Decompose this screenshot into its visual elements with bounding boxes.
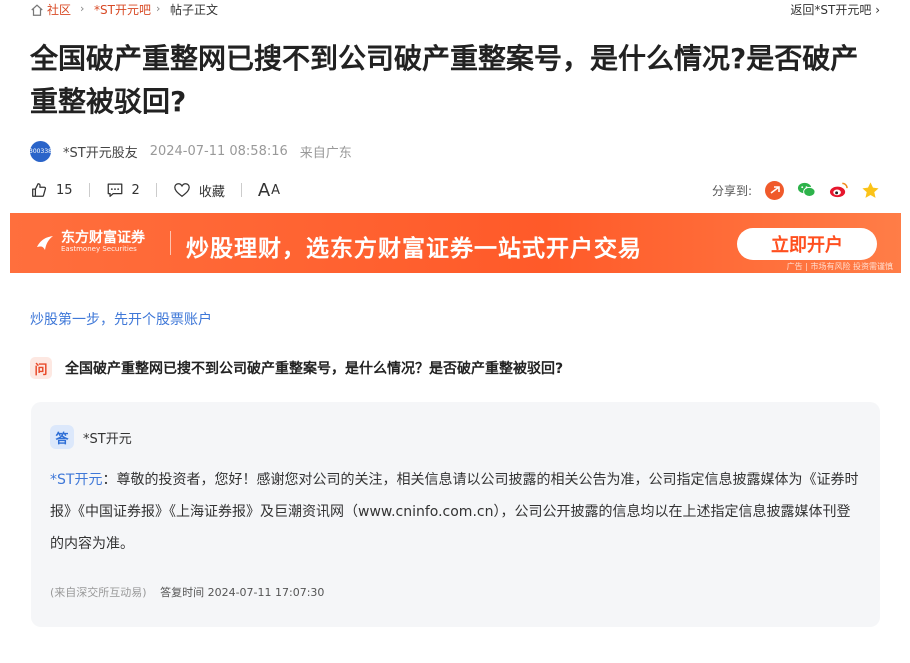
breadcrumb-home[interactable]: 社区	[30, 1, 71, 18]
author-row: 300338 *ST开元股友 2024-07-11 08:58:16 来自广东	[29, 140, 352, 162]
comment-count: 2	[131, 182, 140, 198]
comment-icon	[107, 183, 122, 197]
chevron-right-icon: ›	[80, 2, 85, 15]
qzone-icon[interactable]	[861, 181, 880, 200]
answer-card: 答 *ST开元 *ST开元：尊敬的投资者，您好！感谢您对公司的关注，相关信息请以…	[31, 402, 880, 627]
chevron-right-icon: ›	[156, 2, 161, 15]
question-badge-icon: 问	[30, 357, 52, 379]
like-button[interactable]: 15	[30, 181, 73, 199]
answer-meta: (来自深交所互动易) 答复时间 2024-07-11 17:07:30	[50, 584, 324, 600]
question-row: 问 全国破产重整网已搜不到公司破产重整案号，是什么情况？是否破产重整被驳回?	[30, 357, 563, 379]
question-text: 全国破产重整网已搜不到公司破产重整案号，是什么情况？是否破产重整被驳回?	[65, 361, 564, 377]
heart-icon	[173, 183, 190, 198]
wechat-icon[interactable]	[797, 181, 816, 200]
brand-name-en: Eastmoney Securities	[61, 245, 137, 253]
brand-logo: 东方财富证券 Eastmoney Securities	[35, 231, 145, 254]
answer-badge-icon: 答	[50, 425, 74, 449]
breadcrumb: 社区 › *ST开元吧 › 帖子正文 返回*ST开元吧 ›	[0, 0, 910, 18]
back-to-forum-link[interactable]: 返回*ST开元吧 ›	[790, 1, 880, 18]
thumbs-up-icon	[32, 183, 47, 197]
breadcrumb-forum[interactable]: *ST开元吧	[94, 1, 151, 18]
share-label: 分享到:	[711, 183, 752, 198]
answer-company-link[interactable]: *ST开元	[50, 472, 102, 488]
breadcrumb-current: 帖子正文	[170, 3, 219, 17]
home-icon	[31, 3, 43, 16]
weibo-icon[interactable]	[829, 181, 848, 200]
yidong-icon[interactable]	[765, 180, 784, 200]
post-time: 2024-07-11 08:58:16	[149, 143, 288, 159]
answer-text: ：尊敬的投资者，您好！感谢您对公司的关注，相关信息请以公司披露的相关公告为准，公…	[50, 472, 859, 552]
answer-reply-time: 答复时间 2024-07-11 17:07:30	[160, 586, 325, 599]
comment-button[interactable]: 2	[106, 181, 140, 199]
avatar[interactable]: 300338	[29, 140, 52, 162]
divider	[240, 183, 242, 197]
post-title: 全国破产重整网已搜不到公司破产重整案号，是什么情况?是否破产重整被驳回?	[30, 42, 859, 118]
font-size-button[interactable]: AA	[258, 180, 281, 201]
brand-name-cn: 东方财富证券	[61, 230, 145, 246]
like-count: 15	[56, 182, 73, 198]
favorite-label: 收藏	[198, 184, 225, 200]
back-label: 返回*ST开元吧	[790, 3, 872, 17]
answer-company[interactable]: *ST开元	[83, 428, 132, 447]
share-bar: 分享到:	[712, 180, 880, 200]
breadcrumb-community[interactable]: 社区	[47, 1, 71, 18]
font-size-large: A	[257, 179, 272, 201]
font-size-small: A	[271, 182, 282, 198]
divider	[155, 183, 157, 197]
author-name[interactable]: *ST开元股友	[63, 142, 138, 161]
eastmoney-logo-icon	[37, 235, 53, 250]
answer-body: *ST开元：尊敬的投资者，您好！感谢您对公司的关注，相关信息请以公司披露的相关公…	[50, 464, 861, 560]
divider	[88, 183, 90, 197]
banner-slogan: 炒股理财，选东方财富证券一站式开户交易	[186, 236, 642, 262]
banner-disclaimer: 广告 | 市场有风险 投资需谨慎	[786, 262, 893, 271]
open-account-link[interactable]: 炒股第一步，先开个股票账户	[30, 309, 212, 329]
favorite-button[interactable]: 收藏	[173, 181, 225, 200]
answer-source: (来自深交所互动易)	[50, 586, 147, 599]
action-bar: 15 2 收藏 AA	[30, 180, 281, 201]
answer-header: 答 *ST开元	[50, 425, 132, 449]
banner-divider	[170, 231, 171, 255]
chevron-right-icon: ›	[875, 3, 880, 17]
open-account-button[interactable]: 立即开户	[737, 228, 877, 260]
post-location: 来自广东	[299, 145, 352, 161]
ad-banner[interactable]: 东方财富证券 Eastmoney Securities 炒股理财，选东方财富证券…	[10, 213, 901, 273]
